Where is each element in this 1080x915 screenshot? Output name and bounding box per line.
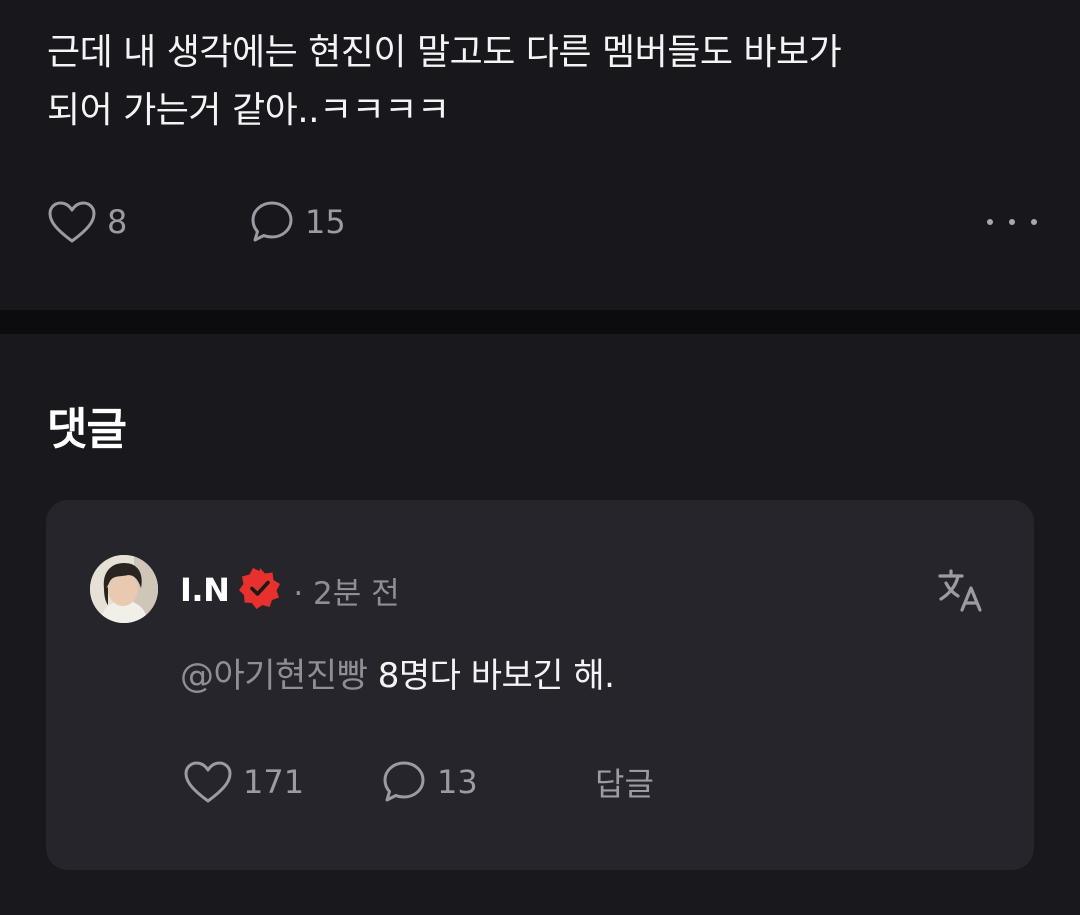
translate-icon [936, 569, 986, 620]
reply-button[interactable]: 답글 [595, 756, 654, 808]
comment-bubble-icon [249, 199, 295, 245]
comment-card: I.N · 2분 전 @아기현진빵 8명다 바보긴 해. 171 13 답글 [46, 500, 1034, 870]
author-name[interactable]: I.N [180, 571, 230, 609]
post-comment-button[interactable]: 15 [249, 196, 346, 248]
post: 근데 내 생각에는 현진이 말고도 다른 멤버들도 바보가 되어 가는거 같아.… [0, 0, 1080, 310]
avatar[interactable] [90, 555, 158, 623]
comment-text: @아기현진빵 8명다 바보긴 해. [180, 650, 615, 702]
more-dot-icon [987, 219, 993, 225]
comment-like-count: 171 [243, 763, 305, 801]
heart-icon [183, 760, 233, 804]
comment-reply-count: 13 [437, 763, 478, 801]
comment-body: 8명다 바보긴 해. [377, 656, 615, 696]
author-row: I.N · 2분 전 [180, 564, 400, 616]
comment-timestamp: · 2분 전 [293, 575, 400, 612]
verified-badge-icon [237, 565, 283, 615]
translate-button[interactable] [936, 566, 986, 620]
post-actions: 8 15 [47, 196, 1037, 248]
comment-reply-count-button[interactable]: 13 [381, 756, 478, 808]
mention-link[interactable]: @아기현진빵 [180, 656, 368, 696]
post-like-button[interactable]: 8 [47, 196, 127, 248]
more-dot-icon [1009, 219, 1015, 225]
post-like-count: 8 [107, 203, 128, 241]
heart-icon [47, 200, 97, 244]
section-divider [0, 310, 1080, 334]
post-text: 근데 내 생각에는 현진이 말고도 다른 멤버들도 바보가 되어 가는거 같아.… [47, 32, 842, 131]
more-options-button[interactable] [987, 206, 1037, 238]
more-dot-icon [1031, 219, 1037, 225]
comment-bubble-icon [381, 759, 427, 805]
comments-title: 댓글 [47, 404, 127, 455]
comment-actions: 171 13 답글 [183, 756, 783, 808]
comment-like-button[interactable]: 171 [183, 756, 304, 808]
post-comment-count: 15 [305, 203, 346, 241]
